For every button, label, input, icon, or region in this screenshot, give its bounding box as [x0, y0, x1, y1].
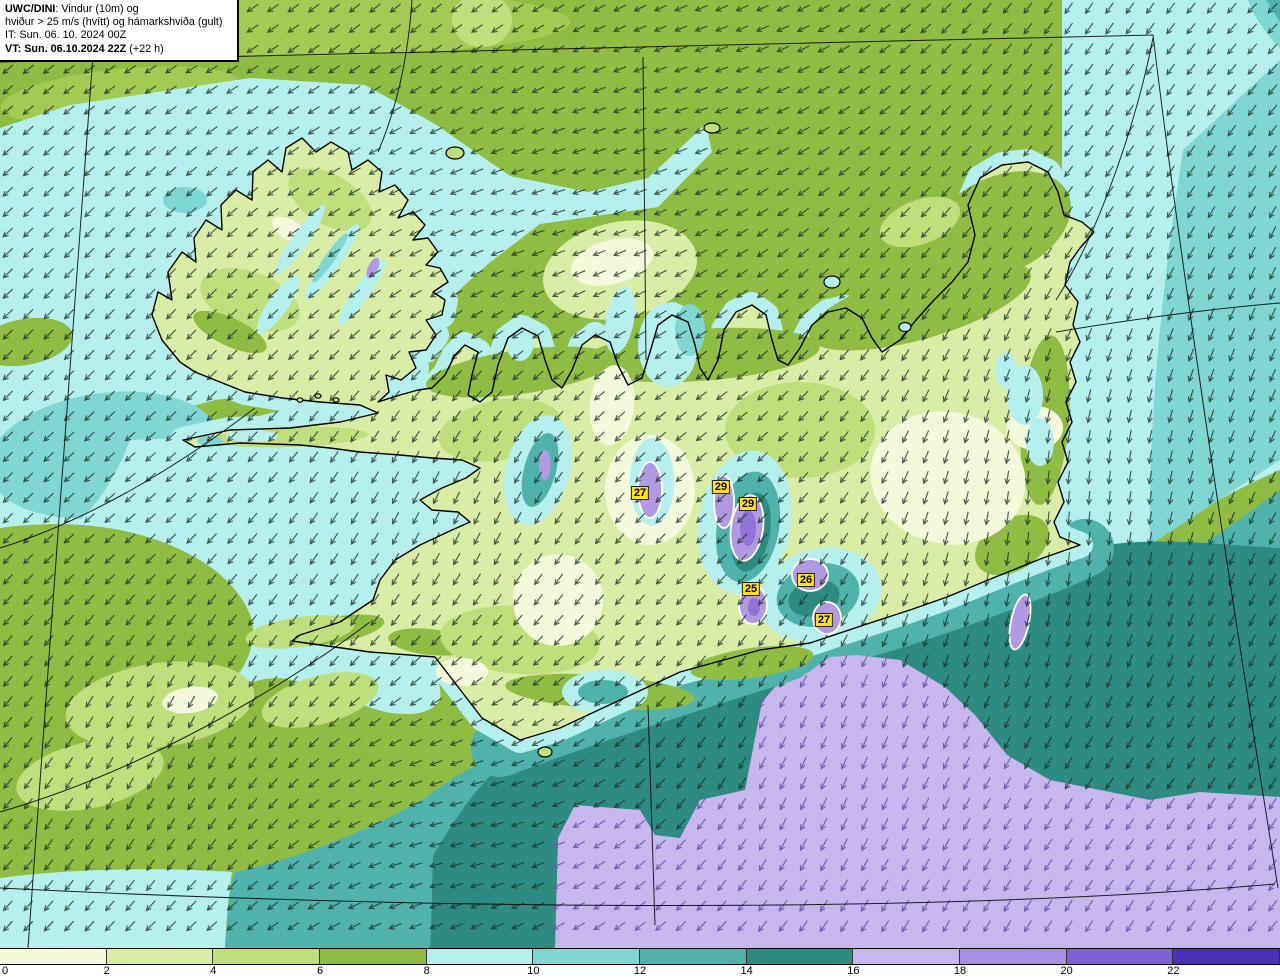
colorbar-segment	[213, 949, 321, 964]
gust-max-label: 27	[630, 486, 650, 500]
model-name: UWC/DINI	[5, 3, 56, 15]
colorbar-segment	[426, 949, 534, 964]
colorbar-tick-label: 20	[1060, 965, 1073, 977]
init-time: IT: Sun. 06. 10. 2024 00Z	[5, 29, 127, 42]
colorbar-tick-label: 6	[316, 965, 324, 977]
colorbar-tick-label: 16	[847, 965, 860, 977]
colorbar-tick-label: 22	[1167, 965, 1180, 977]
map-canvas	[0, 0, 1280, 948]
colorbar-tick-label: 12	[633, 965, 647, 977]
colorbar-tick-label: 4	[210, 965, 217, 977]
colorbar-segment	[640, 949, 747, 964]
colorbar-tick-label: 10	[527, 965, 540, 977]
title-box: UWC/DINI: Vindur (10m) og hviður > 25 m/…	[0, 0, 239, 62]
colorbar-tick-labels: 0 2 4 6 8 10 12 14 16 18 20 22	[0, 965, 1280, 978]
colorbar-segment	[0, 949, 107, 964]
colorbar-segment	[533, 949, 641, 964]
colorbar-tick-label: 2	[103, 965, 110, 977]
gust-max-label: 26	[796, 573, 816, 587]
colorbar-tick-label: 14	[740, 965, 753, 977]
valid-time: VT: Sun. 06.10.2024 22Z (+22 h)	[5, 42, 164, 55]
title-line-2: hviður > 25 m/s (hvítt) og hámarkshviða …	[5, 16, 223, 29]
colorbar-segment	[1066, 949, 1174, 964]
gust-max-label: 27	[814, 613, 834, 627]
weather-map-screenshot: 27 29 29 25 26 27 UWC/DINI: Vindur (10m) og h…	[0, 0, 1280, 978]
colorbar-tick-label: 0	[2, 965, 9, 977]
colorbar-tick-label: 8	[423, 965, 430, 977]
title-line-1: UWC/DINI: Vindur (10m) og	[5, 3, 139, 15]
colorbar-segment	[960, 949, 1067, 964]
colorbar-segment	[853, 949, 961, 964]
colorbar-tick-label: 18	[953, 965, 967, 977]
colorbar-segment	[746, 949, 854, 964]
colorbar-segment	[106, 949, 214, 964]
gust-max-label: 29	[711, 480, 731, 494]
colorbar-segments	[0, 949, 1280, 965]
colorbar-segment	[320, 949, 427, 964]
gust-max-label: 29	[738, 497, 758, 511]
colorbar-segment	[1173, 949, 1280, 964]
wind-speed-colorbar: 0 2 4 6 8 10 12 14 16 18 20 22	[0, 948, 1280, 978]
gust-max-label: 25	[741, 582, 761, 596]
